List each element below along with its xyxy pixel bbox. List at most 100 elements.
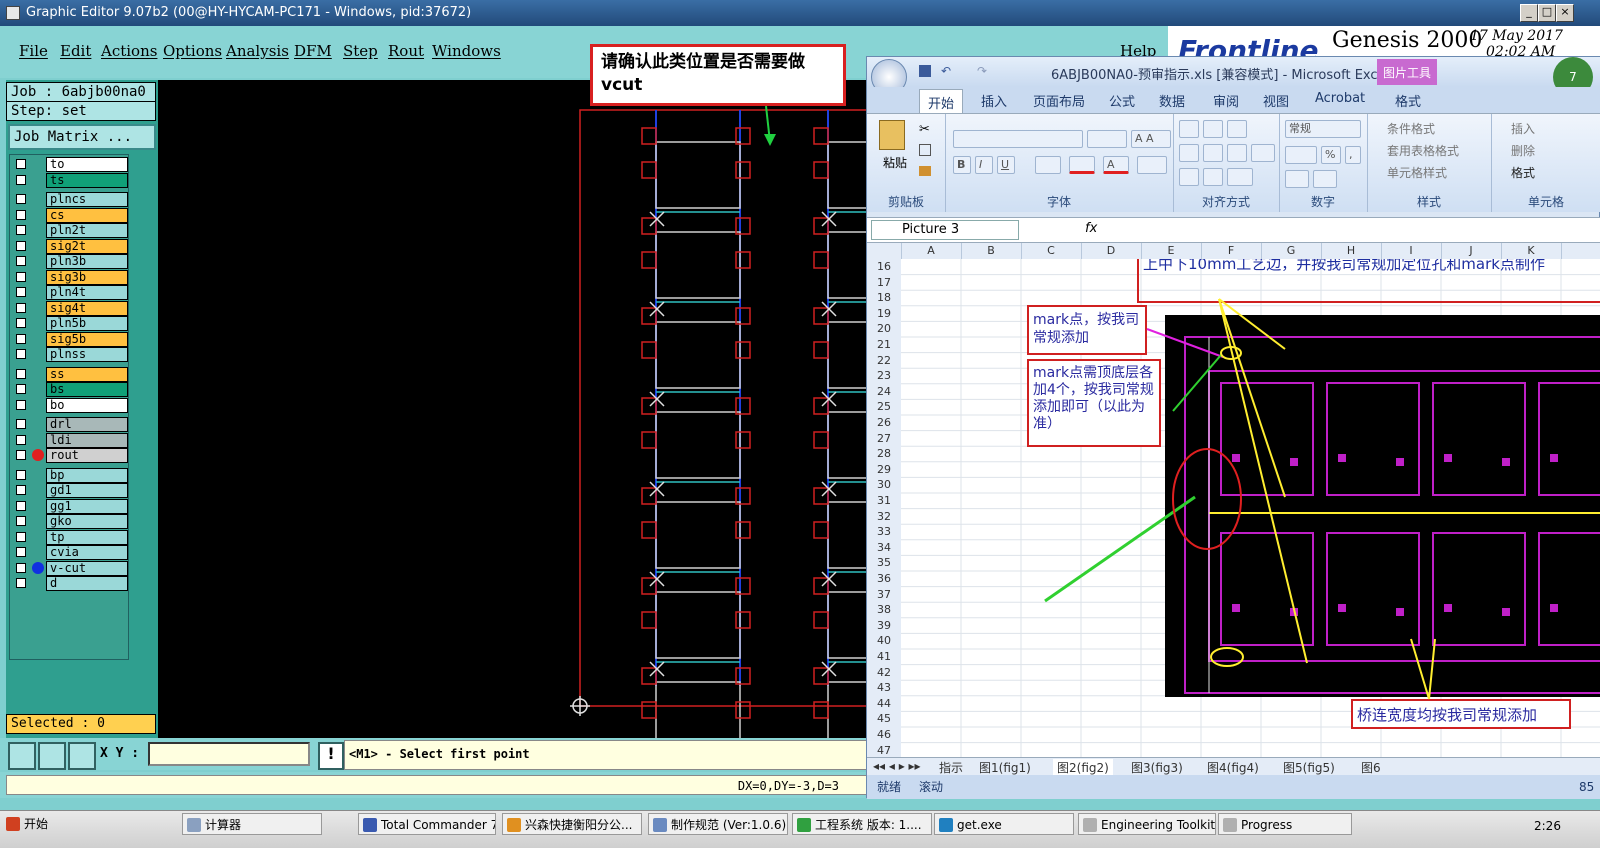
font-color-icon[interactable]: A: [1103, 156, 1129, 174]
column-header[interactable]: D: [1081, 243, 1142, 259]
row-header[interactable]: 31: [867, 493, 901, 509]
tab-page-layout[interactable]: 页面布局: [1033, 91, 1085, 110]
delete-cells-button[interactable]: 删除: [1511, 142, 1535, 159]
layer-name[interactable]: bo: [46, 397, 128, 413]
save-icon[interactable]: [919, 65, 931, 77]
layer-row-gko[interactable]: gko: [12, 514, 128, 529]
tab-format[interactable]: 格式: [1395, 91, 1421, 110]
layer-row-plncs[interactable]: plncs: [12, 192, 128, 207]
align-left-icon[interactable]: [1179, 144, 1199, 162]
layer-checkbox[interactable]: [16, 318, 26, 328]
layer-checkbox[interactable]: [16, 562, 26, 573]
layer-row-pln5b[interactable]: pln5b: [12, 316, 128, 331]
copy-icon[interactable]: [919, 144, 931, 156]
task-engineering-toolkit[interactable]: Engineering Toolkit 9....: [1078, 813, 1216, 835]
select-all-corner[interactable]: [867, 243, 902, 259]
layer-row-bp[interactable]: bp: [12, 467, 128, 483]
layer-name[interactable]: pln3b: [46, 254, 128, 269]
layer-checkbox[interactable]: [16, 349, 26, 359]
grid-icon[interactable]: [68, 742, 96, 770]
formula-input[interactable]: [1103, 220, 1597, 240]
column-header[interactable]: F: [1201, 243, 1262, 259]
tab-view[interactable]: 视图: [1263, 91, 1289, 110]
row-header[interactable]: 40: [867, 633, 901, 649]
paste-icon[interactable]: [879, 120, 905, 150]
column-header[interactable]: C: [1021, 243, 1082, 259]
layer-checkbox[interactable]: [16, 302, 26, 313]
layer-row-cs[interactable]: cs: [12, 207, 128, 223]
row-header[interactable]: 23: [867, 368, 901, 384]
layer-checkbox[interactable]: [16, 531, 26, 542]
comma-icon[interactable]: ,: [1345, 146, 1361, 164]
align-middle-icon[interactable]: [1203, 120, 1223, 138]
column-header[interactable]: I: [1381, 243, 1442, 259]
menu-rout[interactable]: Rout: [388, 42, 424, 60]
cell-style-button[interactable]: 单元格样式: [1387, 164, 1447, 181]
layer-row-sig3b[interactable]: sig3b: [12, 269, 128, 285]
measure-icon[interactable]: [38, 742, 66, 770]
layer-name[interactable]: v-cut: [46, 560, 128, 576]
column-header[interactable]: J: [1441, 243, 1502, 259]
font-name-select[interactable]: [953, 130, 1083, 148]
row-header[interactable]: 24: [867, 384, 901, 400]
row-header[interactable]: 20: [867, 321, 901, 337]
row-header[interactable]: 46: [867, 727, 901, 743]
layer-row-v-cut[interactable]: v-cut: [12, 560, 128, 576]
column-header[interactable]: A: [901, 243, 962, 259]
task-get-exe[interactable]: get.exe: [934, 813, 1074, 835]
layer-row-tp[interactable]: tp: [12, 529, 128, 545]
sheet-tab-7[interactable]: 图6: [1361, 759, 1381, 776]
layer-row-to[interactable]: to: [12, 157, 128, 172]
layer-name[interactable]: ldi: [46, 432, 128, 448]
currency-icon[interactable]: [1285, 146, 1317, 164]
layer-checkbox[interactable]: [16, 225, 26, 235]
layer-row-drl[interactable]: drl: [12, 417, 128, 432]
column-header[interactable]: K: [1501, 243, 1562, 259]
maximize-button[interactable]: □: [1538, 4, 1556, 22]
row-header[interactable]: 21: [867, 337, 901, 353]
format-painter-icon[interactable]: [919, 166, 931, 176]
zoom-level[interactable]: 85: [1579, 775, 1594, 799]
italic-icon[interactable]: I: [975, 156, 993, 174]
layer-name[interactable]: bp: [46, 467, 128, 483]
layer-name[interactable]: rout: [46, 448, 128, 463]
job-matrix-button[interactable]: Job Matrix ...: [8, 124, 156, 150]
menu-options[interactable]: Options: [163, 42, 222, 60]
layer-row-pln4t[interactable]: pln4t: [12, 285, 128, 300]
layer-name[interactable]: d: [46, 576, 128, 591]
fx-icon[interactable]: fx: [1085, 221, 1097, 236]
font-size-select[interactable]: [1087, 130, 1127, 148]
row-header[interactable]: 32: [867, 509, 901, 525]
layer-checkbox[interactable]: [16, 287, 26, 297]
phonetic-icon[interactable]: [1137, 156, 1167, 174]
layer-name[interactable]: pln5b: [46, 316, 128, 331]
sheet-tab-2[interactable]: 图1(fig1): [979, 759, 1031, 776]
border-icon[interactable]: [1035, 156, 1061, 174]
merge-icon[interactable]: [1251, 144, 1275, 162]
layer-name[interactable]: sig4t: [46, 300, 128, 316]
layer-name[interactable]: to: [46, 157, 128, 172]
table-format-button[interactable]: 套用表格格式: [1387, 142, 1459, 159]
sheet-tab-5[interactable]: 图4(fig4): [1207, 759, 1259, 776]
row-header[interactable]: 33: [867, 524, 901, 540]
zoom-icon[interactable]: [8, 742, 36, 770]
task-total-commander[interactable]: Total Commander 7.0...: [358, 813, 496, 835]
layer-checkbox[interactable]: [16, 485, 26, 495]
layer-checkbox[interactable]: [16, 159, 26, 169]
fill-color-icon[interactable]: [1069, 156, 1095, 174]
layer-name[interactable]: sig5b: [46, 331, 128, 347]
tab-review[interactable]: 审阅: [1213, 91, 1239, 110]
decrease-decimal-icon[interactable]: [1313, 170, 1337, 188]
conditional-format-button[interactable]: 条件格式: [1387, 120, 1435, 137]
tab-acrobat[interactable]: Acrobat: [1315, 91, 1365, 106]
layer-checkbox[interactable]: [16, 516, 26, 526]
row-header[interactable]: 42: [867, 665, 901, 681]
indent-increase-icon[interactable]: [1203, 168, 1223, 186]
task-progress[interactable]: Progress: [1218, 813, 1352, 835]
layer-row-sig4t[interactable]: sig4t: [12, 300, 128, 316]
xy-input[interactable]: [148, 742, 310, 766]
layer-checkbox[interactable]: [16, 547, 26, 557]
column-header[interactable]: E: [1141, 243, 1202, 259]
column-header[interactable]: B: [961, 243, 1022, 259]
layer-row-bs[interactable]: bs: [12, 382, 128, 397]
